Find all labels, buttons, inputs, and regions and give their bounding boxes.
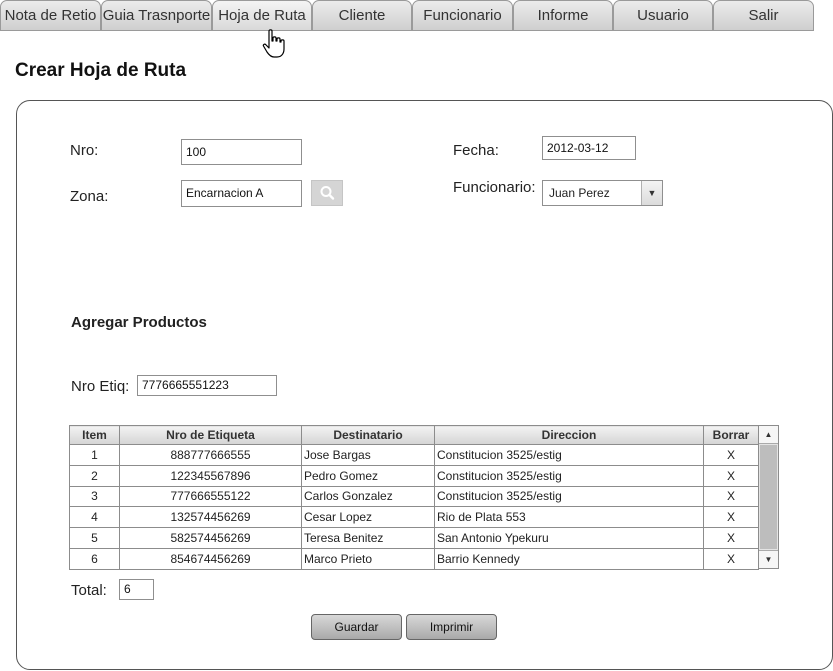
delete-row-button[interactable]: X [703,485,759,508]
destinatario-cell: Cesar Lopez [301,506,435,529]
column-header[interactable]: Borrar [703,425,759,445]
item-cell: 4 [69,506,120,529]
scroll-thumb[interactable] [760,445,777,549]
etiqueta-cell: 854674456269 [119,547,302,570]
funcionario-label: Funcionario: [453,179,536,196]
direccion-cell: San Antonio Ypekuru [434,527,704,549]
destinatario-cell: Pedro Gomez [301,464,435,487]
etiqueta-cell: 582574456269 [119,527,302,549]
fecha-label: Fecha: [453,142,499,159]
nro-label: Nro: [70,142,99,159]
etiqueta-cell: 777666555122 [119,485,302,508]
total-field: 6 [119,579,154,600]
direccion-cell: Rio de Plata 553 [434,506,704,529]
zona-input[interactable]: Encarnacion A [181,180,302,207]
item-cell: 1 [69,444,120,466]
imprimir-button[interactable]: Imprimir [406,614,497,640]
etiqueta-cell: 132574456269 [119,506,302,529]
delete-row-button[interactable]: X [703,464,759,487]
tab-guia-transporte[interactable]: Guia Trasnporte [101,0,212,31]
etiq-input[interactable]: 7776665551223 [137,375,277,396]
etiqueta-cell: 122345567896 [119,464,302,487]
tab-salir[interactable]: Salir [713,0,814,31]
table-row[interactable]: 5 582574456269 Teresa Benitez San Antoni… [69,527,759,549]
table-scrollbar[interactable]: ▲ ▼ [758,425,779,569]
direccion-cell: Barrio Kennedy [434,547,704,570]
column-header[interactable]: Nro de Etiqueta [119,425,302,445]
tab-usuario[interactable]: Usuario [613,0,713,31]
delete-row-button[interactable]: X [703,527,759,549]
products-table: Item Nro de Etiqueta Destinatario Direcc… [69,425,759,570]
table-header: Item Nro de Etiqueta Destinatario Direcc… [69,425,759,445]
column-header[interactable]: Destinatario [301,425,435,445]
tab-funcionario[interactable]: Funcionario [412,0,513,31]
funcionario-select[interactable]: Juan Perez ▼ [542,180,663,206]
destinatario-cell: Carlos Gonzalez [301,485,435,508]
item-cell: 5 [69,527,120,549]
item-cell: 2 [69,464,120,487]
destinatario-cell: Marco Prieto [301,547,435,570]
zona-label: Zona: [70,188,109,205]
table-row[interactable]: 2 122345567896 Pedro Gomez Constitucion … [69,464,759,487]
direccion-cell: Constitucion 3525/estig [434,444,704,466]
destinatario-cell: Teresa Benitez [301,527,435,549]
funcionario-selected: Juan Perez [549,186,610,200]
delete-row-button[interactable]: X [703,444,759,466]
tab-hoja-de-ruta[interactable]: Hoja de Ruta [212,0,312,31]
etiq-label: Nro Etiq: [71,378,130,395]
nro-input[interactable]: 100 [181,139,302,165]
chevron-down-icon[interactable]: ▼ [641,181,662,205]
delete-row-button[interactable]: X [703,547,759,570]
item-cell: 6 [69,547,120,570]
page-title: Crear Hoja de Ruta [15,60,187,81]
item-cell: 3 [69,485,120,508]
direccion-cell: Constitucion 3525/estig [434,464,704,487]
delete-row-button[interactable]: X [703,506,759,529]
table-row[interactable]: 4 132574456269 Cesar Lopez Rio de Plata … [69,506,759,529]
guardar-button[interactable]: Guardar [311,614,402,640]
tab-cliente[interactable]: Cliente [312,0,412,31]
zona-search-button[interactable] [311,180,343,206]
total-label: Total: [71,582,107,599]
fecha-input[interactable]: 2012-03-12 [542,136,636,160]
column-header[interactable]: Direccion [434,425,704,445]
destinatario-cell: Jose Bargas [301,444,435,466]
etiqueta-cell: 888777666555 [119,444,302,466]
column-header[interactable]: Item [69,425,120,445]
scroll-up-icon[interactable]: ▲ [759,426,778,444]
table-row[interactable]: 1 888777666555 Jose Bargas Constitucion … [69,444,759,466]
direccion-cell: Constitucion 3525/estig [434,485,704,508]
hand-pointer-icon [262,29,285,58]
tab-nota-de-retio[interactable]: Nota de Retio [0,0,101,31]
tab-informe[interactable]: Informe [513,0,613,31]
table-row[interactable]: 6 854674456269 Marco Prieto Barrio Kenne… [69,547,759,570]
main-nav: Nota de Retio Guia Trasnporte Hoja de Ru… [0,0,814,31]
search-icon [320,186,335,200]
scroll-down-icon[interactable]: ▼ [759,550,778,568]
table-row[interactable]: 3 777666555122 Carlos Gonzalez Constituc… [69,485,759,508]
section-title: Agregar Productos [71,314,207,331]
